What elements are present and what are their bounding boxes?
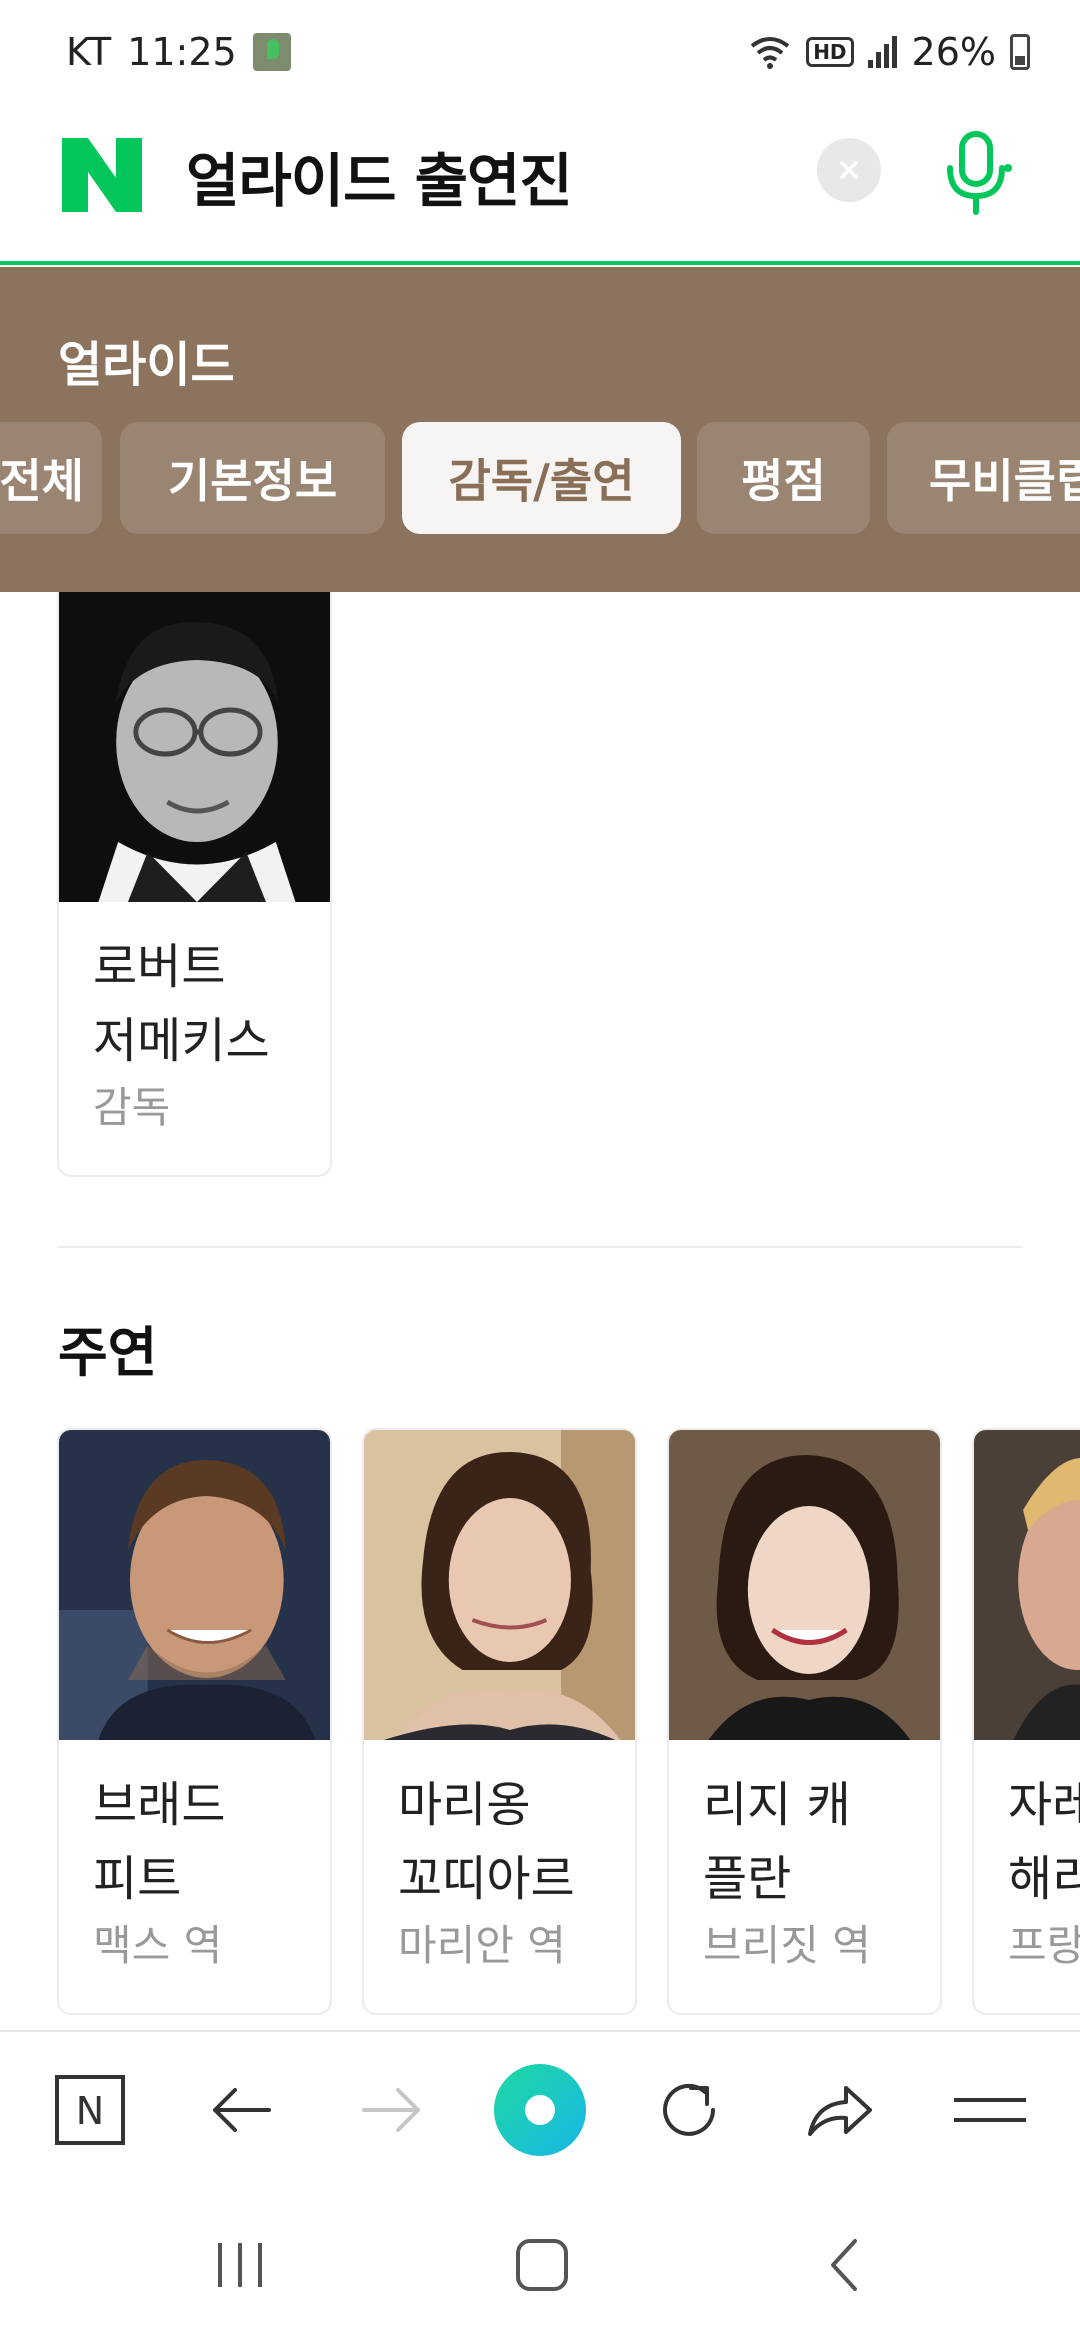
cast-photo bbox=[59, 1430, 330, 1740]
recent-apps-button[interactable] bbox=[190, 2220, 290, 2310]
cast-name-line2: 피트 bbox=[93, 1851, 182, 1907]
tab-label: 무비클립 bbox=[929, 454, 1080, 508]
menu-button[interactable] bbox=[942, 2062, 1038, 2158]
director-name: 로버트 저메키스 bbox=[93, 930, 330, 1078]
system-nav-bar bbox=[0, 2190, 1080, 2340]
cast-section-title: 주연 bbox=[58, 1321, 158, 1384]
clear-search-button[interactable] bbox=[817, 138, 881, 202]
battery-percent: 26% bbox=[911, 30, 996, 74]
system-back-button[interactable] bbox=[795, 2220, 895, 2310]
cast-card[interactable]: 브래드 피트 맥스 역 bbox=[57, 1428, 332, 2015]
movie-title[interactable]: 얼라이드 bbox=[58, 325, 235, 395]
cast-role: 브리짓 역 bbox=[703, 1921, 871, 1970]
cast-name: 리지 캐 플란 bbox=[703, 1768, 940, 1916]
cast-photo bbox=[364, 1430, 635, 1740]
cast-card[interactable]: 마리옹 꼬띠아르 마리안 역 bbox=[362, 1428, 637, 2015]
naver-home-icon: N bbox=[55, 2075, 125, 2145]
cast-name-line2: 해리 bbox=[1008, 1851, 1080, 1907]
movie-info-panel: 얼라이드 전체 기본정보 감독/출연 평점 무비클립 bbox=[0, 267, 1080, 592]
cast-card-body: 자레 해리 프랑 bbox=[974, 1744, 1080, 1976]
cast-name-line1: 리지 캐 bbox=[703, 1777, 851, 1833]
voice-search-button[interactable] bbox=[938, 128, 1014, 218]
tab-label: 평점 bbox=[741, 454, 826, 508]
clock: 11:25 bbox=[127, 30, 237, 74]
tab-label: 전체 bbox=[0, 454, 84, 508]
forward-button[interactable] bbox=[344, 2062, 440, 2158]
back-button[interactable] bbox=[193, 2062, 289, 2158]
cast-role: 마리안 역 bbox=[398, 1921, 566, 1970]
section-divider bbox=[58, 1246, 1022, 1248]
cast-name-line2: 꼬띠아르 bbox=[398, 1851, 575, 1907]
search-query-text[interactable]: 얼라이드 출연진 bbox=[186, 134, 573, 218]
director-name-line2: 저메키스 bbox=[93, 1013, 270, 1069]
cast-name: 자레 해리 bbox=[1008, 1768, 1080, 1916]
naver-logo-icon[interactable] bbox=[62, 138, 142, 212]
carrier-label: KT bbox=[66, 30, 112, 74]
back-icon bbox=[831, 2239, 857, 2291]
status-left: KT 11:25 bbox=[66, 30, 291, 74]
green-dot-button[interactable] bbox=[492, 2062, 588, 2158]
recent-apps-icon bbox=[218, 2243, 262, 2287]
forward-arrow-icon bbox=[362, 2088, 420, 2132]
cast-card-body: 마리옹 꼬띠아르 마리안 역 bbox=[364, 1744, 635, 1976]
tab-label: 기본정보 bbox=[167, 454, 338, 508]
cast-name-line1: 마리옹 bbox=[398, 1777, 531, 1833]
cast-name: 브래드 피트 bbox=[93, 1768, 330, 1916]
share-button[interactable] bbox=[792, 2062, 888, 2158]
director-role: 감독 bbox=[93, 1083, 171, 1132]
cast-name-line2: 플란 bbox=[703, 1851, 792, 1907]
tab-basic-info[interactable]: 기본정보 bbox=[120, 422, 385, 534]
director-card-body: 로버트 저메키스 감독 bbox=[59, 906, 330, 1138]
cast-photo bbox=[974, 1430, 1080, 1740]
cast-card[interactable]: 리지 캐 플란 브리짓 역 bbox=[667, 1428, 942, 2015]
close-icon bbox=[840, 161, 858, 179]
refresh-icon bbox=[663, 2083, 715, 2136]
cast-role: 프랑 bbox=[1008, 1921, 1080, 1970]
cast-name: 마리옹 꼬띠아르 bbox=[398, 1768, 635, 1916]
tab-label: 감독/출연 bbox=[448, 454, 635, 508]
tab-rating[interactable]: 평점 bbox=[697, 422, 870, 534]
wifi-icon bbox=[750, 37, 790, 69]
hd-voice-icon: HD bbox=[806, 37, 854, 67]
status-right: HD 26% bbox=[748, 30, 1030, 74]
cast-name-line1: 자레 bbox=[1008, 1777, 1080, 1833]
menu-icon bbox=[954, 2098, 1026, 2122]
refresh-button[interactable] bbox=[641, 2062, 737, 2158]
naver-home-button[interactable]: N bbox=[42, 2062, 138, 2158]
battery-icon bbox=[1010, 34, 1030, 70]
home-icon bbox=[516, 2239, 568, 2291]
search-header: 얼라이드 출연진 bbox=[0, 100, 1080, 265]
cast-name-line1: 브래드 bbox=[93, 1777, 226, 1833]
tab-director-cast[interactable]: 감독/출연 bbox=[402, 422, 681, 534]
tab-all[interactable]: 전체 bbox=[0, 422, 102, 534]
cast-card-body: 브래드 피트 맥스 역 bbox=[59, 1744, 330, 1976]
status-bar: KT 11:25 HD 26% bbox=[0, 0, 1080, 100]
director-card[interactable]: 로버트 저메키스 감독 bbox=[57, 592, 332, 1177]
home-button[interactable] bbox=[492, 2220, 592, 2310]
director-name-line1: 로버트 bbox=[93, 939, 226, 995]
cast-card-body: 리지 캐 플란 브리짓 역 bbox=[669, 1744, 940, 1976]
signal-icon bbox=[867, 36, 897, 68]
back-arrow-icon bbox=[213, 2088, 271, 2132]
share-icon bbox=[808, 2086, 872, 2136]
browser-toolbar: N bbox=[0, 2030, 1080, 2190]
tab-movie-clip[interactable]: 무비클립 bbox=[887, 422, 1080, 534]
cast-card[interactable]: 자레 해리 프랑 bbox=[972, 1428, 1080, 2015]
director-photo bbox=[59, 592, 330, 902]
maps-notification-icon bbox=[252, 33, 291, 71]
naver-home-letter: N bbox=[76, 2089, 104, 2133]
green-dot-icon bbox=[494, 2064, 586, 2156]
cast-photo bbox=[669, 1430, 940, 1740]
cast-role: 맥스 역 bbox=[93, 1921, 223, 1970]
